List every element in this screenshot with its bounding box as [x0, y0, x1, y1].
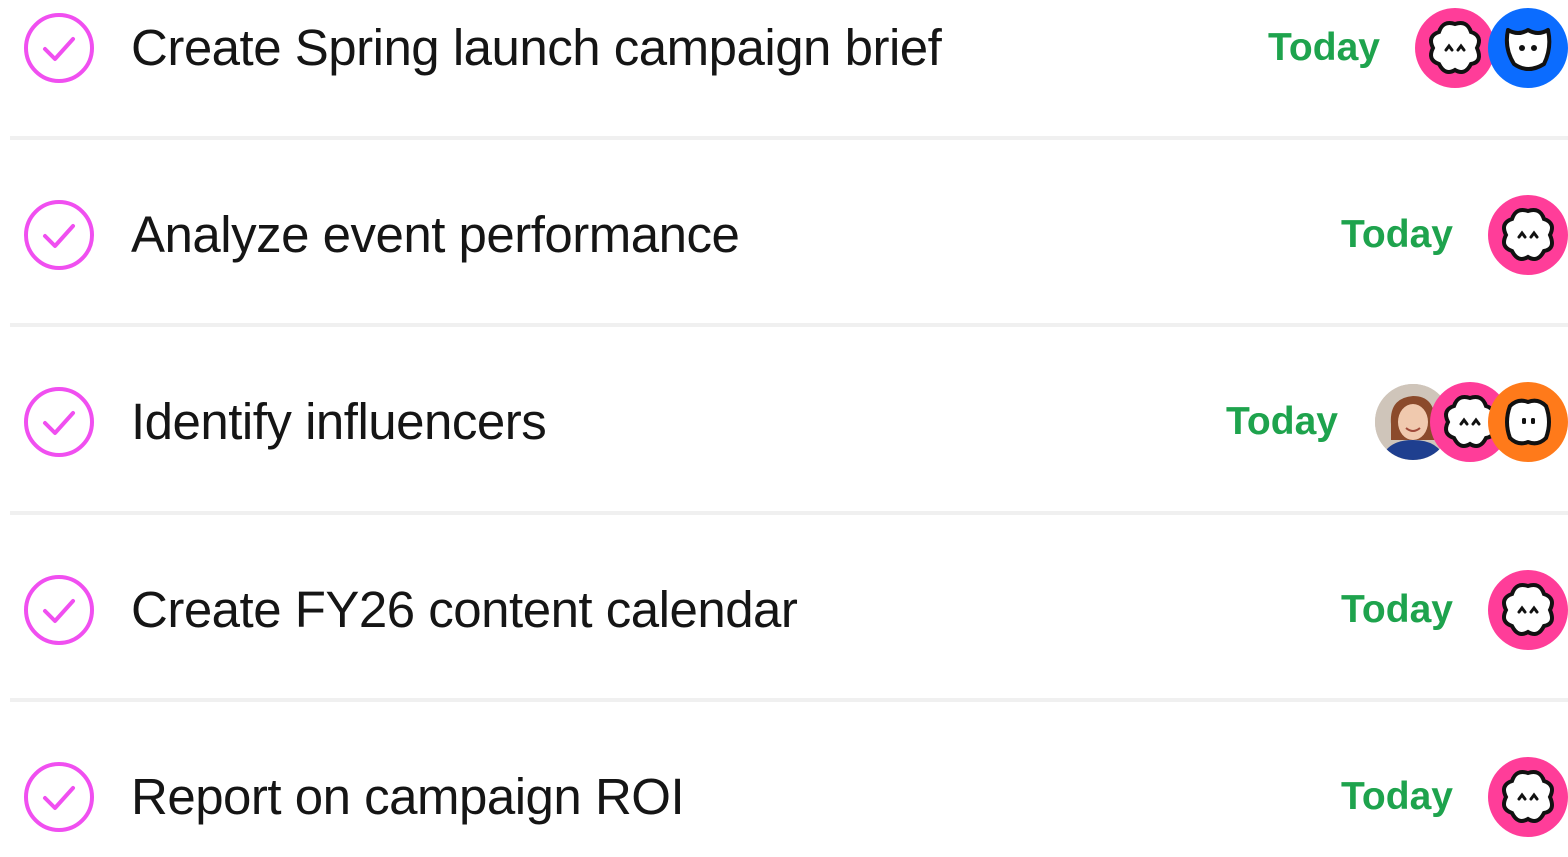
check-circle-icon: [24, 762, 94, 832]
complete-task-checkbox[interactable]: [23, 574, 95, 646]
check-circle-icon: [24, 200, 94, 270]
task-title[interactable]: Analyze event performance: [131, 203, 740, 267]
assignee-avatar[interactable]: [1488, 570, 1568, 650]
check-circle-icon: [24, 13, 94, 83]
task-title[interactable]: Create Spring launch campaign brief: [131, 16, 942, 80]
task-list: Create Spring launch campaign brief Toda…: [0, 0, 1568, 837]
cloud-face-icon: [1429, 21, 1481, 74]
assignee-avatar[interactable]: [1488, 382, 1568, 462]
assignee-avatar[interactable]: [1488, 8, 1568, 88]
cloud-face-icon: [1502, 770, 1554, 823]
due-date[interactable]: Today: [1341, 588, 1453, 632]
task-row[interactable]: Identify influencers Today: [0, 362, 1568, 482]
check-circle-icon: [24, 575, 94, 645]
complete-task-checkbox[interactable]: [23, 761, 95, 833]
complete-task-checkbox[interactable]: [23, 12, 95, 84]
assignee-avatar[interactable]: [1415, 8, 1495, 88]
task-row[interactable]: Create Spring launch campaign brief Toda…: [0, 0, 1568, 108]
assignee-avatar[interactable]: [1488, 195, 1568, 275]
row-divider: [10, 511, 1568, 515]
task-title[interactable]: Create FY26 content calendar: [131, 578, 798, 642]
row-divider: [10, 323, 1568, 327]
cloud-face-icon: [1502, 208, 1554, 261]
complete-task-checkbox[interactable]: [23, 386, 95, 458]
blob-face-icon: [1505, 398, 1551, 446]
task-row[interactable]: Create FY26 content calendar Today: [0, 550, 1568, 670]
task-title[interactable]: Report on campaign ROI: [131, 765, 685, 829]
assignee-avatar[interactable]: [1488, 757, 1568, 837]
complete-task-checkbox[interactable]: [23, 199, 95, 271]
due-date[interactable]: Today: [1268, 26, 1380, 70]
task-row[interactable]: Report on campaign ROI Today: [0, 737, 1568, 857]
due-date[interactable]: Today: [1341, 213, 1453, 257]
due-date[interactable]: Today: [1341, 775, 1453, 819]
row-divider: [10, 136, 1568, 140]
task-title[interactable]: Identify influencers: [131, 390, 547, 454]
task-row[interactable]: Analyze event performance Today: [0, 175, 1568, 295]
row-divider: [10, 698, 1568, 702]
due-date[interactable]: Today: [1226, 400, 1338, 444]
check-circle-icon: [24, 387, 94, 457]
cloud-face-icon: [1502, 583, 1554, 636]
ghost-face-icon: [1504, 28, 1552, 71]
